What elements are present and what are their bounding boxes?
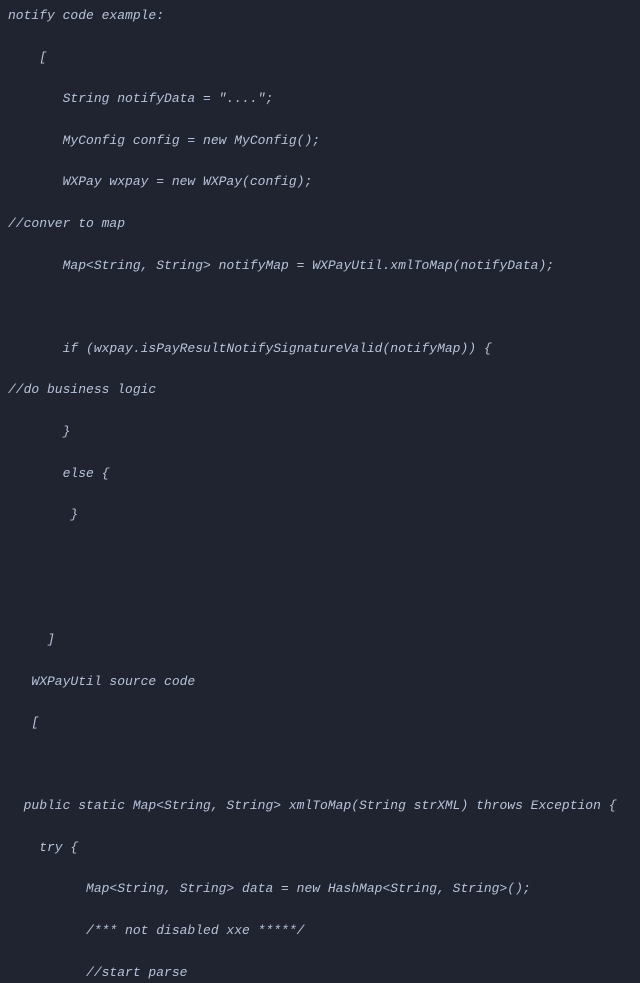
code-line <box>8 568 632 589</box>
code-line: [ <box>8 713 632 734</box>
code-line <box>8 734 632 755</box>
code-line <box>8 775 632 796</box>
code-line <box>8 443 632 464</box>
code-line: //do business logic <box>8 380 632 401</box>
code-line: if (wxpay.isPayResultNotifySignatureVali… <box>8 339 632 360</box>
code-line <box>8 297 632 318</box>
code-line <box>8 193 632 214</box>
code-line: public static Map<String, String> xmlToM… <box>8 796 632 817</box>
code-line <box>8 817 632 838</box>
code-line: /*** not disabled xxe *****/ <box>8 921 632 942</box>
code-line: notify code example: <box>8 6 632 27</box>
code-snippet: notify code example: [ String notifyData… <box>8 6 632 983</box>
code-line <box>8 526 632 547</box>
code-line: else { <box>8 464 632 485</box>
code-line <box>8 692 632 713</box>
code-line <box>8 755 632 776</box>
code-line <box>8 651 632 672</box>
code-line <box>8 110 632 131</box>
code-line: } <box>8 422 632 443</box>
code-line: [ <box>8 48 632 69</box>
code-line <box>8 900 632 921</box>
code-line <box>8 27 632 48</box>
code-line <box>8 318 632 339</box>
code-line <box>8 152 632 173</box>
code-line <box>8 401 632 422</box>
code-line <box>8 547 632 568</box>
code-line <box>8 484 632 505</box>
code-line <box>8 276 632 297</box>
code-line: //start parse <box>8 963 632 983</box>
code-line: String notifyData = "...."; <box>8 89 632 110</box>
code-line: //conver to map <box>8 214 632 235</box>
code-line <box>8 68 632 89</box>
code-line <box>8 942 632 963</box>
code-line: Map<String, String> notifyMap = WXPayUti… <box>8 256 632 277</box>
code-line <box>8 859 632 880</box>
code-line: WXPay wxpay = new WXPay(config); <box>8 172 632 193</box>
code-line: ] <box>8 630 632 651</box>
code-line: MyConfig config = new MyConfig(); <box>8 131 632 152</box>
code-line: WXPayUtil source code <box>8 672 632 693</box>
code-line <box>8 235 632 256</box>
code-line <box>8 360 632 381</box>
code-line: try { <box>8 838 632 859</box>
code-line <box>8 588 632 609</box>
code-line <box>8 609 632 630</box>
code-line: Map<String, String> data = new HashMap<S… <box>8 879 632 900</box>
code-line: } <box>8 505 632 526</box>
